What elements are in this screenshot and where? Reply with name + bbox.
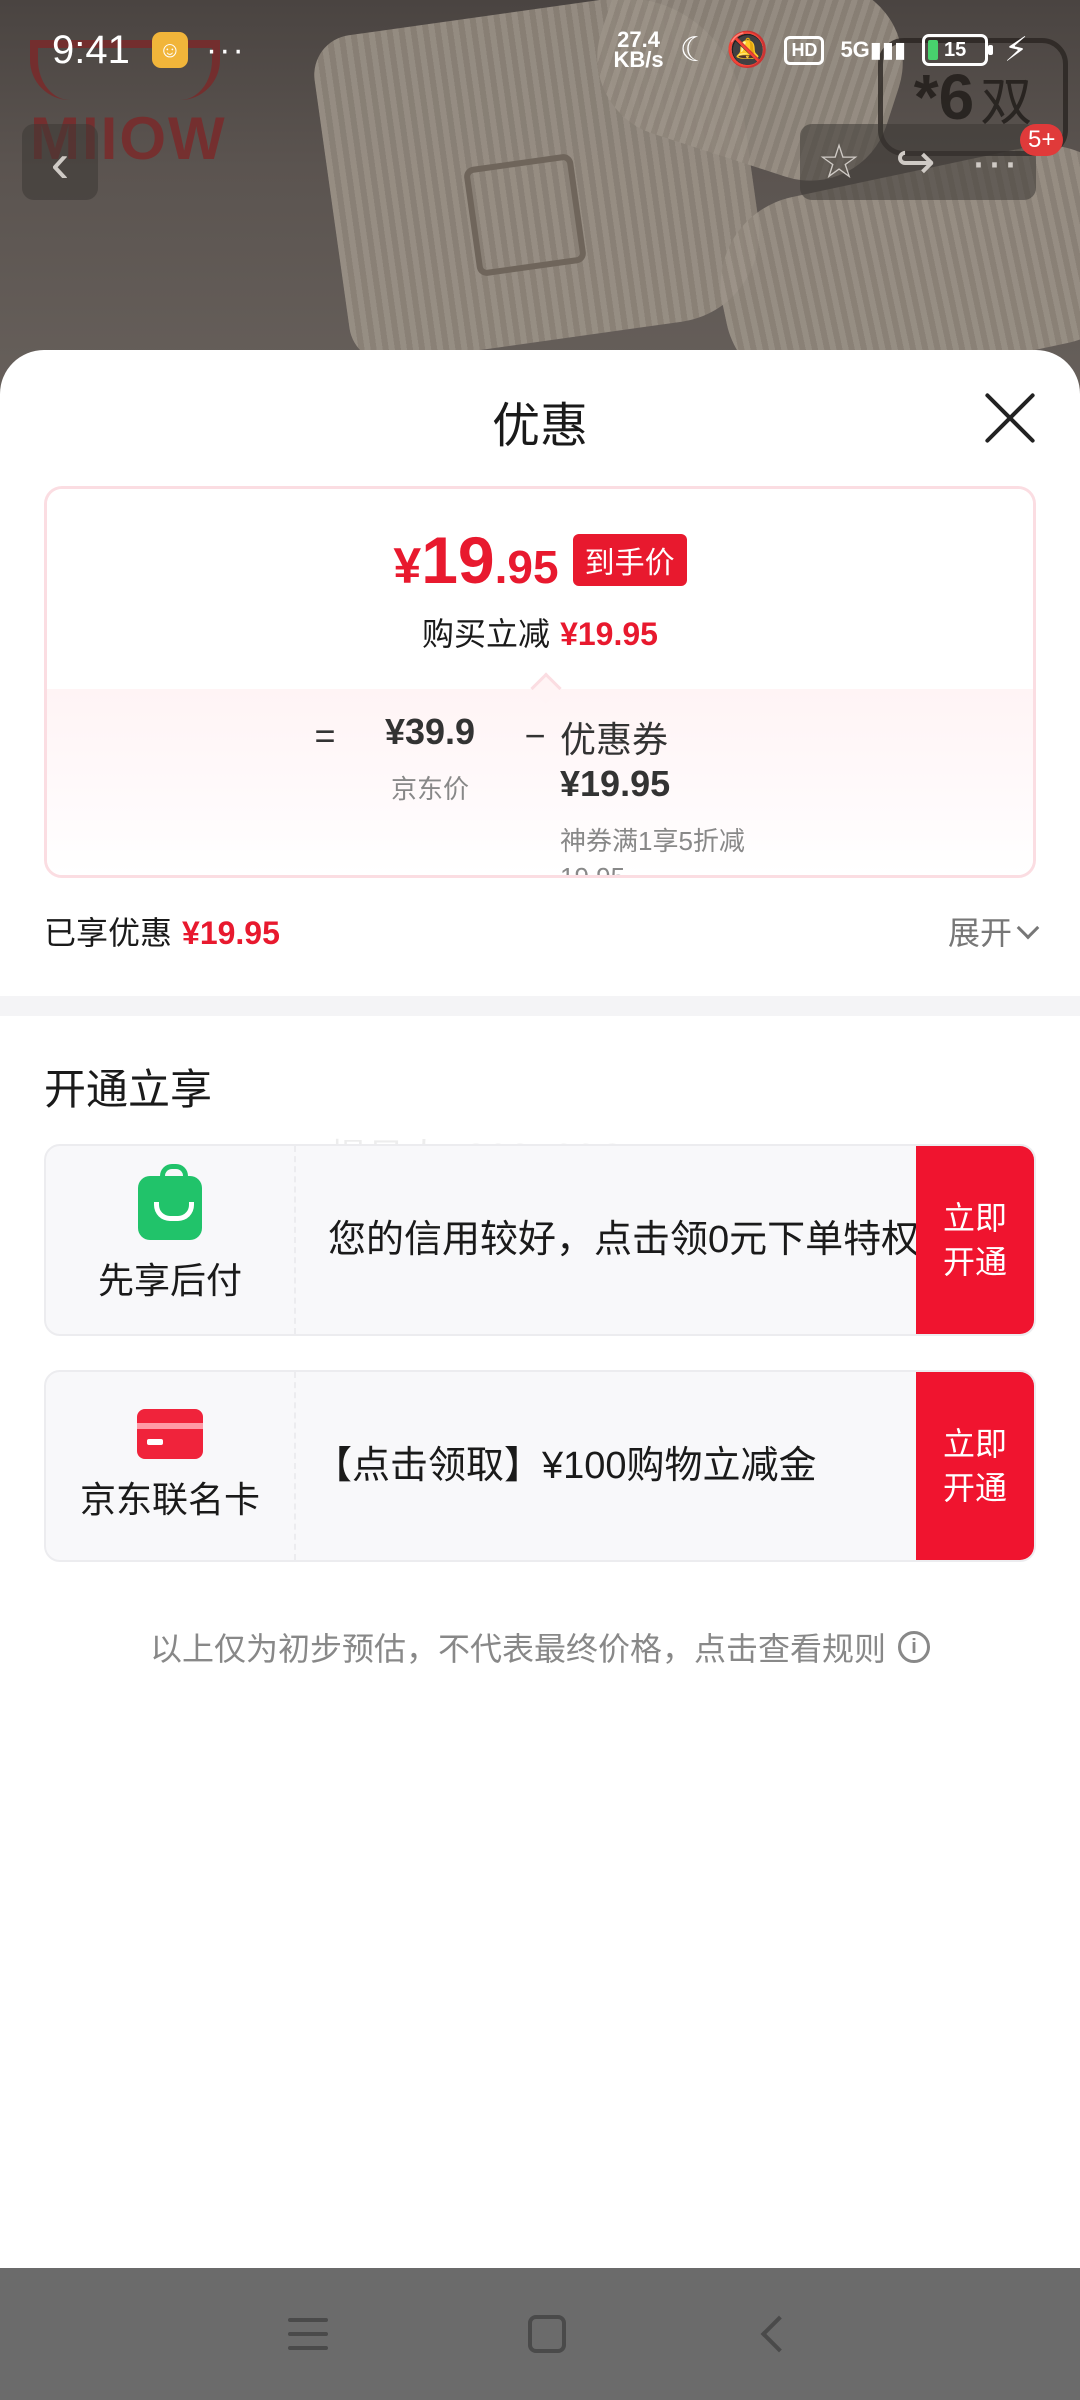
coupon-desc: 神券满1享5折减 19.95 bbox=[560, 826, 745, 878]
battery-icon: 15 bbox=[922, 34, 994, 66]
signal-icon: 5G▮▮▮ bbox=[840, 37, 907, 62]
final-price: ¥19.95 bbox=[393, 523, 559, 597]
jd-price-label: 京东价 bbox=[390, 774, 469, 804]
status-time: 9:41 bbox=[52, 27, 130, 72]
jd-price: ¥39.9 bbox=[384, 711, 476, 752]
instant-discount: 购买立减 ¥19.95 bbox=[422, 616, 658, 652]
offer-name: 京东联名卡 bbox=[79, 1479, 260, 1520]
shopping-bag-icon bbox=[138, 1164, 202, 1240]
price-card: ¥19.95 到手价 购买立减 ¥19.95 = ¥39.9 京东价 − 优惠券 … bbox=[44, 486, 1036, 878]
app-notification-icon: ☺ bbox=[151, 32, 188, 68]
minus-sign: − bbox=[524, 715, 546, 756]
offer-cobrand-card[interactable]: 京东联名卡 【点击领取】¥100购物立减金 立即开通 bbox=[44, 1370, 1036, 1562]
enjoyed-discount: 已享优惠 ¥19.95 bbox=[44, 915, 280, 951]
status-more-icon: ··· bbox=[205, 30, 246, 69]
sock-logo bbox=[462, 152, 588, 278]
rules-note[interactable]: 以上仅为初步预估，不代表最终价格，点击查看规则 i bbox=[0, 1624, 1080, 1670]
close-icon[interactable] bbox=[982, 390, 1038, 446]
final-price-tag: 到手价 bbox=[572, 534, 687, 586]
vibrate-mute-icon: 🔕 bbox=[726, 31, 769, 69]
home-icon[interactable] bbox=[528, 2315, 566, 2353]
activate-button[interactable]: 立即开通 bbox=[916, 1372, 1034, 1560]
offer-pay-later[interactable]: 先享后付 您的信用较好，点击领0元下单特权 立即开通 bbox=[44, 1144, 1036, 1336]
open-section-title: 开通立享 bbox=[44, 1066, 213, 1113]
chevron-down-icon bbox=[1016, 916, 1040, 940]
section-divider bbox=[0, 996, 1080, 1016]
discount-sheet: 优惠 ¥19.95 到手价 购买立减 ¥19.95 = ¥39.9 京东价 − … bbox=[0, 350, 1080, 2268]
sheet-title: 优惠 bbox=[491, 400, 588, 453]
status-bar: 9:41 ☺ ··· 27.4 KB/s ☾ 🔕 HD 5G▮▮▮ 15 ⚡ bbox=[0, 0, 1080, 100]
offer-text: 【点击领取】¥100购物立减金 bbox=[314, 1445, 817, 1487]
credit-card-icon bbox=[137, 1409, 203, 1459]
back-button[interactable]: ‹ bbox=[22, 124, 98, 200]
activate-button[interactable]: 立即开通 bbox=[916, 1146, 1034, 1334]
offer-name: 先享后付 bbox=[97, 1260, 242, 1301]
hd-icon: HD bbox=[784, 35, 825, 65]
recent-apps-icon[interactable] bbox=[288, 2318, 328, 2350]
coupon-amount: 优惠券 ¥19.95 bbox=[560, 719, 671, 804]
info-icon[interactable]: i bbox=[898, 1631, 930, 1663]
moon-icon: ☾ bbox=[679, 31, 711, 69]
nav-back-icon[interactable] bbox=[760, 2315, 798, 2353]
offer-text: 您的信用较好，点击领0元下单特权 bbox=[328, 1219, 920, 1261]
price-formula: = ¥39.9 京东价 − 优惠券 ¥19.95 神券满1享5折减 19.95 bbox=[47, 689, 1033, 875]
net-speed: 27.4 KB/s bbox=[613, 27, 664, 72]
screen: MIIOW *6 双 9:41 ☺ ··· 27.4 KB/s ☾ 🔕 HD 5G… bbox=[0, 0, 1080, 2400]
expand-button[interactable]: 展开 bbox=[948, 908, 1040, 954]
share-icon[interactable]: ↪ bbox=[895, 134, 935, 190]
equals-sign: = bbox=[314, 715, 336, 756]
message-badge: 5+ bbox=[1020, 124, 1064, 156]
charging-icon: ⚡ bbox=[1004, 31, 1028, 69]
system-nav-bar bbox=[0, 2268, 1080, 2400]
top-actions: ☆ ↪ ··· bbox=[800, 124, 1036, 200]
favorite-star-icon[interactable]: ☆ bbox=[817, 134, 860, 190]
more-icon[interactable]: ··· bbox=[971, 135, 1019, 190]
